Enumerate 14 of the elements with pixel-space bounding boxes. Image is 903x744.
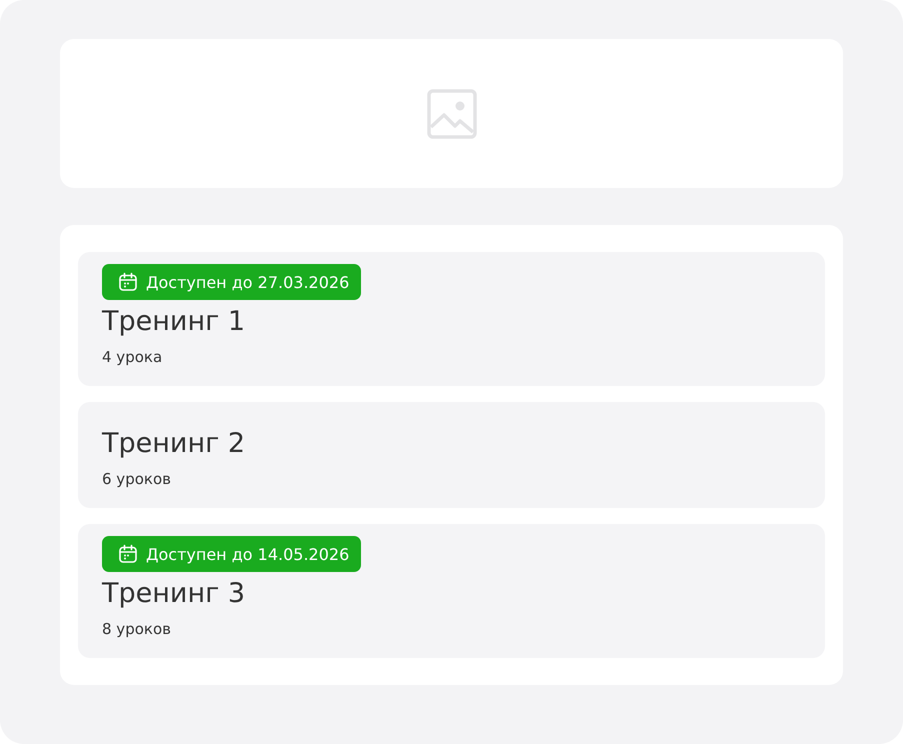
training-title: Тренинг 2 (102, 427, 246, 461)
training-card[interactable]: Доступен до 14.05.2026 Тренинг 3 8 уроков (78, 524, 825, 658)
lesson-count: 4 урока (102, 347, 162, 368)
lesson-count: 8 уроков (102, 619, 171, 640)
badge-text: Доступен до 27.03.2026 (146, 272, 350, 292)
image-placeholder-icon (426, 88, 476, 138)
badge-text: Доступен до 14.05.2026 (146, 544, 350, 564)
training-card[interactable]: Доступен до 27.03.2026 Тренинг 1 4 урока (78, 252, 825, 386)
calendar-icon (118, 272, 138, 292)
training-card[interactable]: Тренинг 2 6 уроков (78, 402, 825, 508)
training-title: Тренинг 1 (102, 305, 246, 339)
calendar-icon (118, 544, 138, 564)
training-title: Тренинг 3 (102, 577, 246, 611)
lesson-count: 6 уроков (102, 469, 171, 490)
